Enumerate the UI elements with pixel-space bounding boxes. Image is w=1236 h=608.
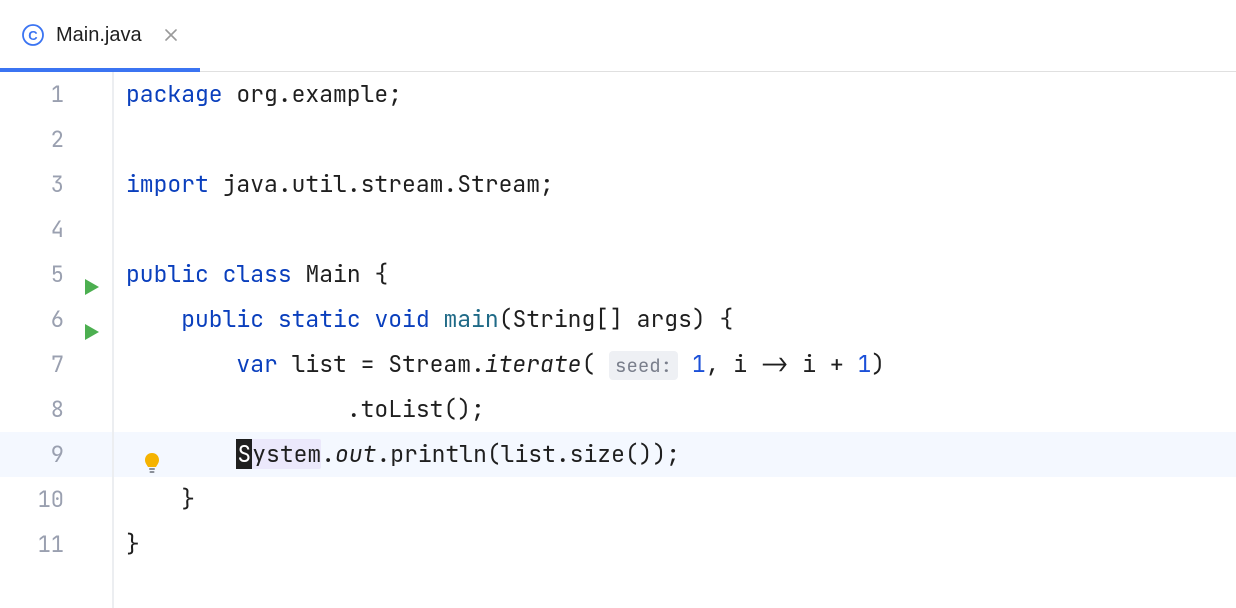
code-content[interactable]: System.out.println(list.size()); [112,432,680,477]
code-line[interactable]: 3 import java.util.stream.Stream; [0,162,1236,207]
code-line[interactable]: 11 } [0,522,1236,567]
tab-label: Main.java [56,24,142,47]
code-line-current[interactable]: 9 System.out.println(list.size()); [0,432,1236,477]
line-number: 10 [38,477,64,522]
import-path: java.util.stream.Stream; [209,169,554,199]
keyword-class: class [223,259,292,289]
run-icon[interactable] [84,266,100,284]
method-call: println(list.size()); [390,439,680,469]
code-content[interactable]: public class Main { [112,252,388,297]
parameter-hint: seed: [609,351,678,380]
static-method-call: iterate [485,349,582,379]
text-cursor: S [236,439,252,469]
code-line[interactable]: 5 public class Main { [0,252,1236,297]
keyword-public: public [126,259,209,289]
gutter[interactable]: 2 [0,117,112,162]
gutter[interactable]: 5 [0,252,112,297]
gutter[interactable]: 10 [0,477,112,522]
keyword-public: public [181,304,264,334]
code-content[interactable]: import java.util.stream.Stream; [112,162,554,207]
method-call: .toList(); [347,394,485,424]
code-line[interactable]: 1 package org.example; [0,72,1236,117]
code-line[interactable]: 7 var list = Stream.iterate( seed: 1, i … [0,342,1236,387]
class-file-icon: C [22,24,44,46]
code-editor[interactable]: 1 package org.example; 2 3 import java.u… [0,72,1236,567]
line-number: 8 [51,387,64,432]
number-literal: 1 [857,349,871,379]
number-literal: 1 [678,349,706,379]
code-line[interactable]: 8 .toList(); [0,387,1236,432]
code-line[interactable]: 2 [0,117,1236,162]
keyword-static: static [278,304,361,334]
line-number: 9 [51,432,64,477]
code-content[interactable]: public static void main(String[] args) { [112,297,733,342]
tab-bar: C Main.java [0,0,1236,72]
method-name: main [430,304,499,334]
gutter[interactable]: 9 [0,432,112,477]
run-icon[interactable] [84,311,100,329]
gutter-divider [112,72,114,608]
gutter[interactable]: 1 [0,72,112,117]
close-icon[interactable] [162,26,180,44]
static-field: out [335,439,376,469]
code-content[interactable]: .toList(); [112,387,485,432]
identifier-highlight: System [236,439,321,469]
gutter[interactable]: 4 [0,207,112,252]
gutter[interactable]: 6 [0,297,112,342]
line-number: 6 [51,297,64,342]
line-number: 5 [51,252,64,297]
gutter[interactable]: 11 [0,522,112,567]
line-number: 11 [38,522,64,567]
bulb-icon[interactable] [142,445,162,465]
code-content[interactable]: } [112,522,140,567]
svg-text:C: C [28,28,38,43]
gutter[interactable]: 3 [0,162,112,207]
keyword-import: import [126,169,209,199]
line-number: 3 [51,162,64,207]
line-number: 1 [51,72,64,117]
line-number: 7 [51,342,64,387]
class-name: Main [292,259,375,289]
line-number: 4 [51,207,64,252]
tab-main-java[interactable]: C Main.java [0,0,200,71]
code-line[interactable]: 6 public static void main(String[] args)… [0,297,1236,342]
gutter[interactable]: 8 [0,387,112,432]
keyword-var: var [236,349,277,379]
method-params: (String[] args) { [499,304,734,334]
code-content[interactable]: package org.example; [112,72,402,117]
package-name: org.example; [223,79,402,109]
code-content[interactable]: var list = Stream.iterate( seed: 1, i ->… [112,342,885,388]
gutter[interactable]: 7 [0,342,112,387]
keyword-void: void [374,304,429,334]
line-number: 2 [51,117,64,162]
code-content[interactable]: } [112,477,195,522]
code-line[interactable]: 10 } [0,477,1236,522]
code-line[interactable]: 4 [0,207,1236,252]
keyword-package: package [126,79,223,109]
